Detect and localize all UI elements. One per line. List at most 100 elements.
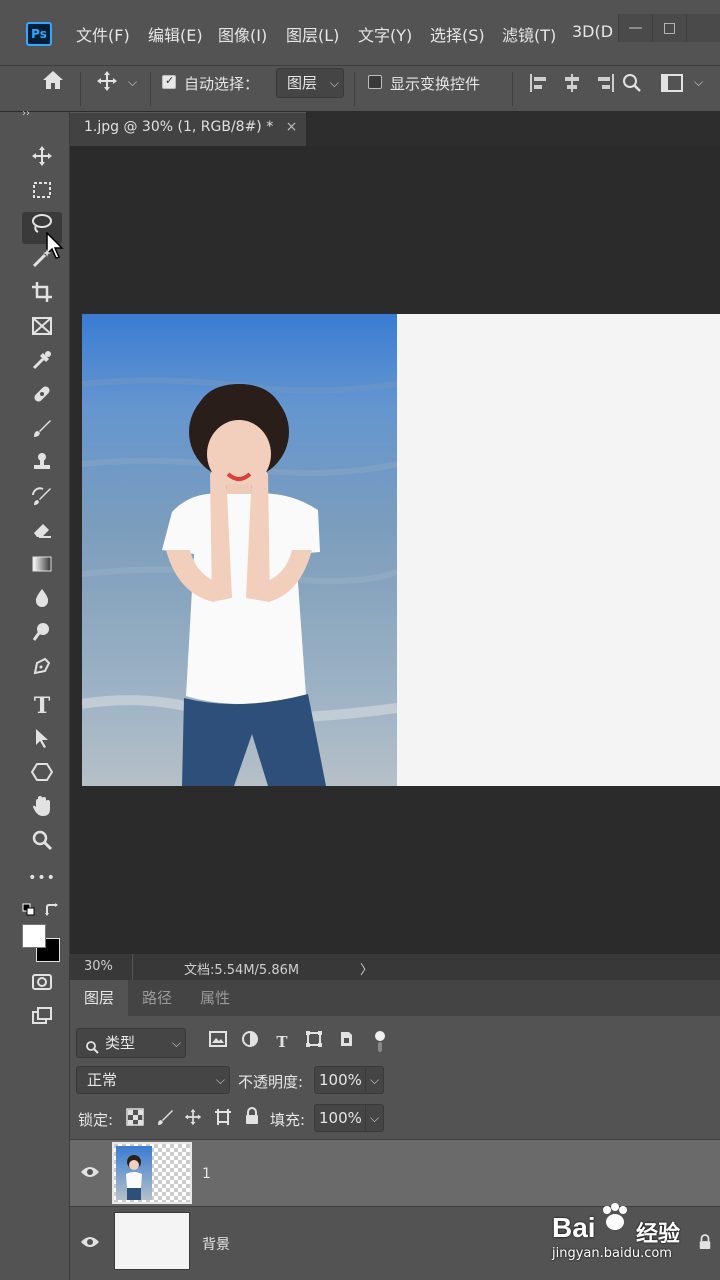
- show-transform-label: 显示变换控件: [390, 75, 481, 93]
- menu-edit[interactable]: 编辑(E): [148, 22, 203, 46]
- document-tab-title: 1.jpg @ 30% (1, RGB/8#) *: [84, 119, 274, 135]
- separator: [512, 72, 513, 106]
- fill-input[interactable]: 100% ⌵: [314, 1104, 384, 1132]
- blend-mode-dropdown[interactable]: 正常 ⌵: [76, 1066, 230, 1094]
- filter-smart-object-icon[interactable]: [334, 1030, 358, 1054]
- close-window-button[interactable]: [686, 14, 720, 42]
- fill-label: 填充:: [270, 1111, 306, 1129]
- chevron-down-icon[interactable]: ⌵: [128, 75, 137, 90]
- lock-transparent-pixels-icon[interactable]: [126, 1108, 144, 1130]
- filter-type-icon[interactable]: T: [270, 1030, 294, 1054]
- close-tab-icon[interactable]: ×: [286, 119, 298, 135]
- separator: [354, 72, 355, 106]
- menu-file[interactable]: 文件(F): [76, 22, 130, 46]
- watermark-brand-2: 经验: [636, 1222, 681, 1247]
- layer-name[interactable]: 1: [202, 1166, 211, 1182]
- layer-name[interactable]: 背景: [202, 1234, 230, 1254]
- chevron-down-icon: ⌵: [215, 1073, 225, 1087]
- move-tool-icon[interactable]: [92, 70, 122, 100]
- visibility-eye-icon[interactable]: [80, 1234, 100, 1254]
- status-menu-arrow[interactable]: 〉: [360, 959, 373, 978]
- align-left-icon[interactable]: [528, 72, 548, 98]
- fill-value: 100%: [319, 1109, 362, 1127]
- layer-thumbnail[interactable]: [114, 1212, 190, 1270]
- search-icon: [85, 1035, 99, 1063]
- lock-artboard-icon[interactable]: [214, 1108, 232, 1130]
- pen-tool-icon[interactable]: [22, 654, 62, 686]
- shape-tool-icon[interactable]: [22, 760, 62, 792]
- menu-image[interactable]: 图像(I): [218, 22, 267, 46]
- layer-filter-value: 类型: [105, 1034, 136, 1052]
- auto-select-target-dropdown[interactable]: 图层 ⌵: [276, 68, 344, 98]
- chevron-down-icon[interactable]: ⌵: [694, 75, 703, 90]
- auto-select-checkbox[interactable]: [162, 74, 176, 89]
- layer-filter-dropdown[interactable]: 类型 ⌵: [76, 1028, 186, 1058]
- lock-all-icon[interactable]: [244, 1107, 260, 1129]
- path-selection-tool-icon[interactable]: [22, 726, 62, 758]
- layer-thumbnail-selected[interactable]: [112, 1142, 192, 1204]
- document-info: 文档:5.54M/5.86M: [184, 963, 300, 978]
- opacity-label: 不透明度:: [238, 1073, 304, 1091]
- brush-tool-icon[interactable]: [22, 416, 62, 448]
- chevron-down-icon: ⌵: [329, 76, 339, 90]
- foreground-color-swatch[interactable]: [22, 924, 46, 948]
- align-right-icon[interactable]: [596, 72, 616, 98]
- watermark-url: jingyan.baidu.com: [552, 1246, 672, 1261]
- tab-paths[interactable]: 路径: [128, 980, 186, 1016]
- history-brush-tool-icon[interactable]: [22, 484, 62, 516]
- more-tools-icon[interactable]: •••: [22, 862, 62, 894]
- lock-position-icon[interactable]: [184, 1108, 202, 1130]
- align-center-icon[interactable]: [562, 72, 582, 98]
- chevron-down-icon[interactable]: ⌵: [365, 1105, 383, 1131]
- frame-tool-icon[interactable]: [22, 314, 62, 346]
- menu-filter[interactable]: 滤镜(T): [502, 22, 556, 46]
- filter-adjustment-icon[interactable]: [238, 1030, 262, 1054]
- collapse-panel-icon[interactable]: ››: [22, 108, 30, 119]
- chevron-down-icon[interactable]: ⌵: [365, 1067, 383, 1093]
- auto-select-label: 自动选择：: [184, 75, 260, 93]
- menu-type[interactable]: 文字(Y): [358, 22, 412, 46]
- crop-tool-icon[interactable]: [22, 280, 62, 312]
- zoom-level[interactable]: 30%: [84, 959, 113, 974]
- hand-tool-icon[interactable]: [22, 794, 62, 826]
- eraser-tool-icon[interactable]: [22, 518, 62, 550]
- healing-brush-tool-icon[interactable]: [22, 382, 62, 414]
- screen-mode-icon[interactable]: [22, 1004, 62, 1036]
- filter-pixel-icon[interactable]: [206, 1030, 230, 1054]
- minimize-button[interactable]: —: [618, 14, 652, 42]
- marquee-tool-icon[interactable]: [22, 178, 62, 210]
- visibility-eye-icon[interactable]: [80, 1164, 100, 1184]
- blend-mode-value: 正常: [87, 1071, 118, 1089]
- baidu-jingyan-watermark: Bai 经验 jingyan.baidu.com: [548, 1200, 718, 1270]
- tab-properties[interactable]: 属性: [186, 980, 244, 1016]
- gradient-tool-icon[interactable]: [22, 552, 62, 584]
- menu-select[interactable]: 选择(S): [430, 22, 485, 46]
- search-icon[interactable]: [622, 72, 642, 98]
- home-icon[interactable]: [36, 70, 70, 100]
- swap-colors-icon[interactable]: [44, 902, 60, 922]
- separator: [132, 954, 133, 980]
- document-tab[interactable]: 1.jpg @ 30% (1, RGB/8#) * ×: [70, 112, 306, 146]
- opacity-input[interactable]: 100% ⌵: [314, 1066, 384, 1094]
- opacity-value: 100%: [319, 1071, 362, 1089]
- show-transform-checkbox[interactable]: [368, 75, 382, 89]
- move-tool-icon[interactable]: [22, 144, 62, 176]
- filter-shape-icon[interactable]: [302, 1030, 326, 1054]
- quick-mask-icon[interactable]: [22, 970, 62, 1002]
- dodge-tool-icon[interactable]: [22, 620, 62, 652]
- magic-wand-tool-icon[interactable]: [22, 246, 62, 278]
- default-colors-icon[interactable]: [22, 902, 36, 921]
- zoom-tool-icon[interactable]: [22, 828, 62, 860]
- filter-toggle-icon[interactable]: [374, 1030, 386, 1058]
- layer-photo[interactable]: [82, 314, 397, 786]
- clone-stamp-tool-icon[interactable]: [22, 450, 62, 482]
- blur-tool-icon[interactable]: [22, 586, 62, 618]
- type-tool-icon[interactable]: T: [22, 690, 62, 722]
- menu-layer[interactable]: 图层(L): [286, 22, 339, 46]
- tab-layers[interactable]: 图层: [70, 980, 128, 1016]
- eyedropper-tool-icon[interactable]: [22, 348, 62, 380]
- menu-3d[interactable]: 3D(D: [572, 22, 618, 41]
- workspace-icon[interactable]: [660, 72, 684, 98]
- maximize-button[interactable]: □: [652, 14, 686, 42]
- lock-image-pixels-icon[interactable]: [156, 1108, 174, 1130]
